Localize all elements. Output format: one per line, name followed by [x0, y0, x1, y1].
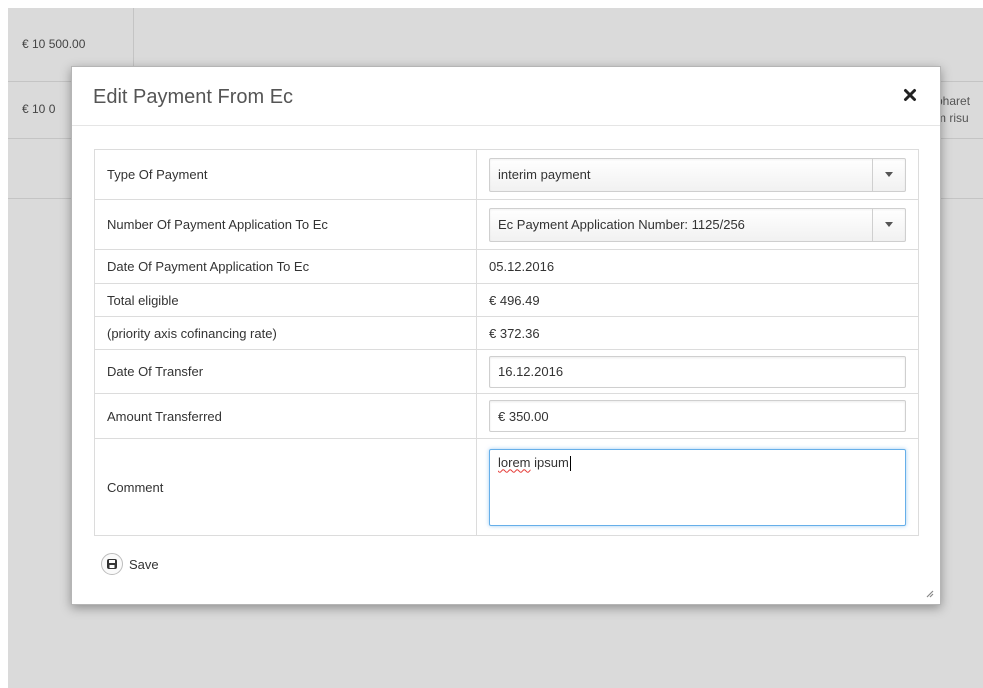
- save-label: Save: [129, 556, 159, 572]
- comment-textarea[interactable]: lorem ipsum: [489, 448, 906, 526]
- form-row-type-of-payment: Type Of Payment interim payment: [94, 149, 919, 200]
- total-eligible-value: € 496.49: [476, 283, 919, 317]
- dialog-header: Edit Payment From Ec: [72, 67, 940, 126]
- background-text-line: m risu: [936, 111, 969, 125]
- background-amount: € 10 500.00: [22, 37, 86, 51]
- background-amount: € 10 0: [22, 102, 56, 116]
- floppy-disk-icon: [101, 553, 123, 575]
- field-label: Date Of Payment Application To Ec: [94, 249, 477, 284]
- close-icon: [904, 89, 916, 101]
- edit-payment-dialog: Edit Payment From Ec Type Of Payment int…: [71, 66, 941, 605]
- select-value: Ec Payment Application Number: 1125/256: [498, 217, 745, 232]
- field-value-cell: lorem ipsum: [476, 438, 919, 536]
- form-row-amount-transferred: Amount Transferred € 350.00: [94, 393, 919, 439]
- form-row-cofinancing: (priority axis cofinancing rate) € 372.3…: [94, 316, 919, 350]
- dropdown-toggle[interactable]: [872, 158, 905, 191]
- caret-down-icon: [885, 172, 893, 177]
- date-application-value: 05.12.2016: [476, 249, 919, 284]
- form-row-date-application: Date Of Payment Application To Ec 05.12.…: [94, 249, 919, 284]
- dropdown-toggle[interactable]: [872, 208, 905, 241]
- form-row-date-transfer: Date Of Transfer 16.12.2016: [94, 349, 919, 394]
- type-of-payment-select[interactable]: interim payment: [489, 157, 906, 192]
- form-row-payment-application: Number Of Payment Application To Ec Ec P…: [94, 199, 919, 250]
- caret-down-icon: [885, 222, 893, 227]
- comment-text: ipsum: [530, 454, 569, 470]
- field-label: Number Of Payment Application To Ec: [94, 199, 477, 250]
- background-text: pharet m risu: [936, 93, 983, 127]
- resize-grip-icon[interactable]: [924, 588, 934, 598]
- field-value-cell: Ec Payment Application Number: 1125/256: [476, 199, 919, 250]
- field-value-cell: interim payment: [476, 149, 919, 200]
- field-label: Comment: [94, 438, 477, 536]
- dialog-title: Edit Payment From Ec: [93, 86, 294, 108]
- field-label: Total eligible: [94, 283, 477, 317]
- field-value-cell: € 350.00: [476, 393, 919, 439]
- form-row-total-eligible: Total eligible € 496.49: [94, 283, 919, 317]
- form-row-comment: Comment lorem ipsum: [94, 438, 919, 536]
- payment-form-table: Type Of Payment interim payment Number O…: [94, 149, 919, 536]
- save-button[interactable]: Save: [101, 551, 159, 577]
- field-value-cell: 16.12.2016: [476, 349, 919, 394]
- field-label: Amount Transferred: [94, 393, 477, 439]
- background-text-line: pharet: [936, 94, 971, 108]
- select-value: interim payment: [498, 167, 591, 182]
- cofinancing-value: € 372.36: [476, 316, 919, 350]
- payment-application-select[interactable]: Ec Payment Application Number: 1125/256: [489, 207, 906, 242]
- date-of-transfer-input[interactable]: 16.12.2016: [489, 355, 906, 388]
- field-label: Type Of Payment: [94, 149, 477, 200]
- spellcheck-word: lorem: [498, 454, 531, 470]
- amount-transferred-input[interactable]: € 350.00: [489, 400, 906, 432]
- text-caret: [569, 455, 571, 471]
- close-button[interactable]: [902, 87, 918, 103]
- field-label: (priority axis cofinancing rate): [94, 316, 477, 350]
- field-label: Date Of Transfer: [94, 349, 477, 394]
